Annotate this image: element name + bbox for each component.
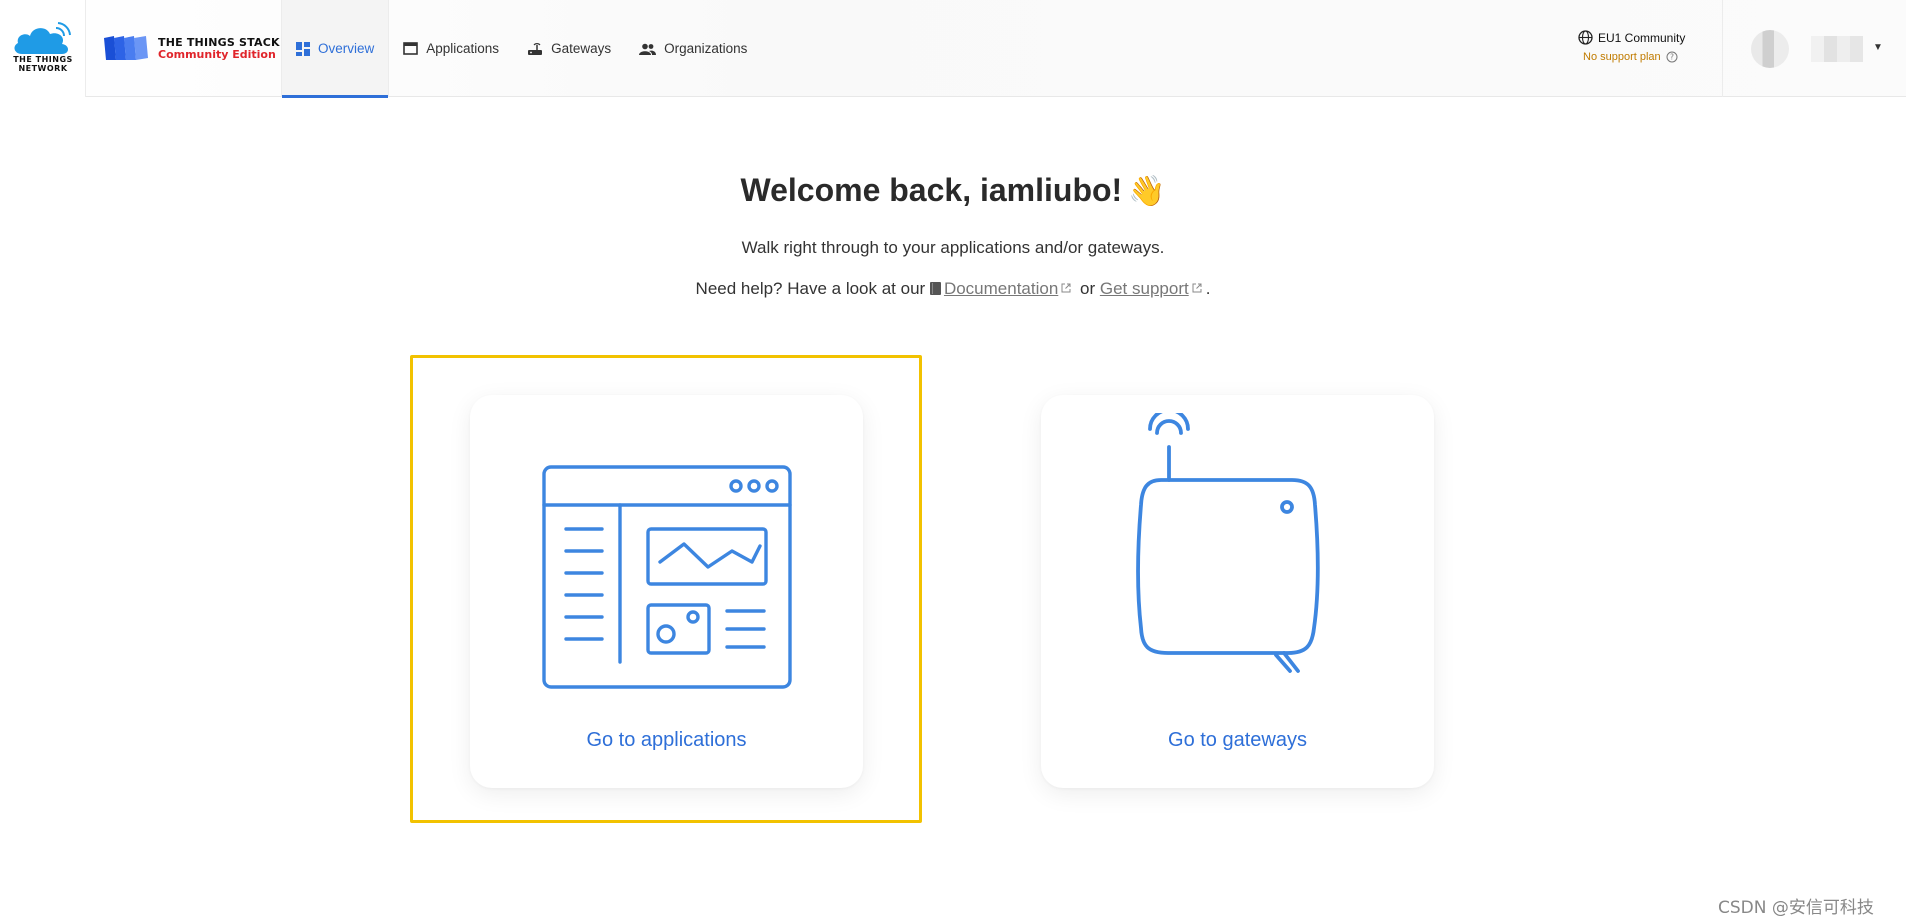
support-plan-text: No support plan [1583,51,1661,63]
help-line: Need help? Have a look at our Documentat… [0,278,1906,300]
get-support-link[interactable]: Get support [1100,279,1189,298]
stack-logo-icon [104,36,148,60]
go-to-gateways-label: Go to gateways [1168,729,1307,751]
help-or: or [1080,279,1096,298]
the-things-stack-logo[interactable]: THE THINGS STACK Community Edition [102,34,280,64]
cluster-info[interactable]: EU1 Community No support plan ? [1578,30,1708,63]
grid-icon [296,41,310,56]
external-link-icon [1061,278,1071,298]
nav-organizations-label: Organizations [664,41,748,56]
svg-text:?: ? [1670,53,1674,62]
gateway-device-illustration [1136,413,1320,673]
product-subtitle: Community Edition [158,48,276,61]
globe-icon [1578,30,1593,45]
nav-overview[interactable]: Overview [281,0,390,98]
help-prefix: Need help? Have a look at our [695,279,926,298]
waving-hand-icon: 👋 [1128,175,1166,208]
nav-applications-label: Applications [426,41,500,56]
go-to-applications-label: Go to applications [586,729,747,751]
people-icon [639,43,657,55]
cloud-icon [14,22,71,54]
caret-down-icon: ▼ [1873,42,1883,53]
cluster-name: EU1 Community [1598,30,1686,45]
window-icon [403,42,419,55]
csdn-watermark: CSDN @安信可科技 [1718,898,1874,918]
nav-applications[interactable]: Applications [389,0,513,97]
nav-overview-label: Overview [318,41,375,56]
ttn-logo-text: THE THINGS NETWORK [13,55,73,73]
user-name-redacted [1811,36,1863,62]
book-icon [929,280,941,300]
welcome-heading: Welcome back, iamliubo! 👋 [0,172,1906,209]
nav-gateways[interactable]: Gateways [513,0,625,97]
go-to-applications-card[interactable]: Go to applications [470,395,863,788]
top-navbar: THE THINGS NETWORK THE THINGS STACK Commu… [0,0,1906,98]
help-suffix: . [1205,279,1211,298]
welcome-subtitle: Walk right through to your applications … [741,238,1165,257]
router-icon [527,42,543,56]
help-circle-icon[interactable]: ? [1666,51,1678,63]
external-link-icon [1192,278,1202,298]
ttn-logo[interactable]: THE THINGS NETWORK [0,0,86,97]
documentation-link[interactable]: Documentation [944,279,1058,298]
go-to-gateways-card[interactable]: Go to gateways [1041,395,1434,788]
nav-gateways-label: Gateways [551,41,612,56]
application-window-illustration [542,465,792,689]
nav-organizations[interactable]: Organizations [625,0,761,97]
main-nav: Overview Applications Gateways Organizat… [281,0,761,98]
user-dropdown[interactable]: ▼ [1722,0,1906,97]
welcome-title: Welcome back, iamliubo! [740,172,1123,208]
avatar [1751,30,1789,68]
